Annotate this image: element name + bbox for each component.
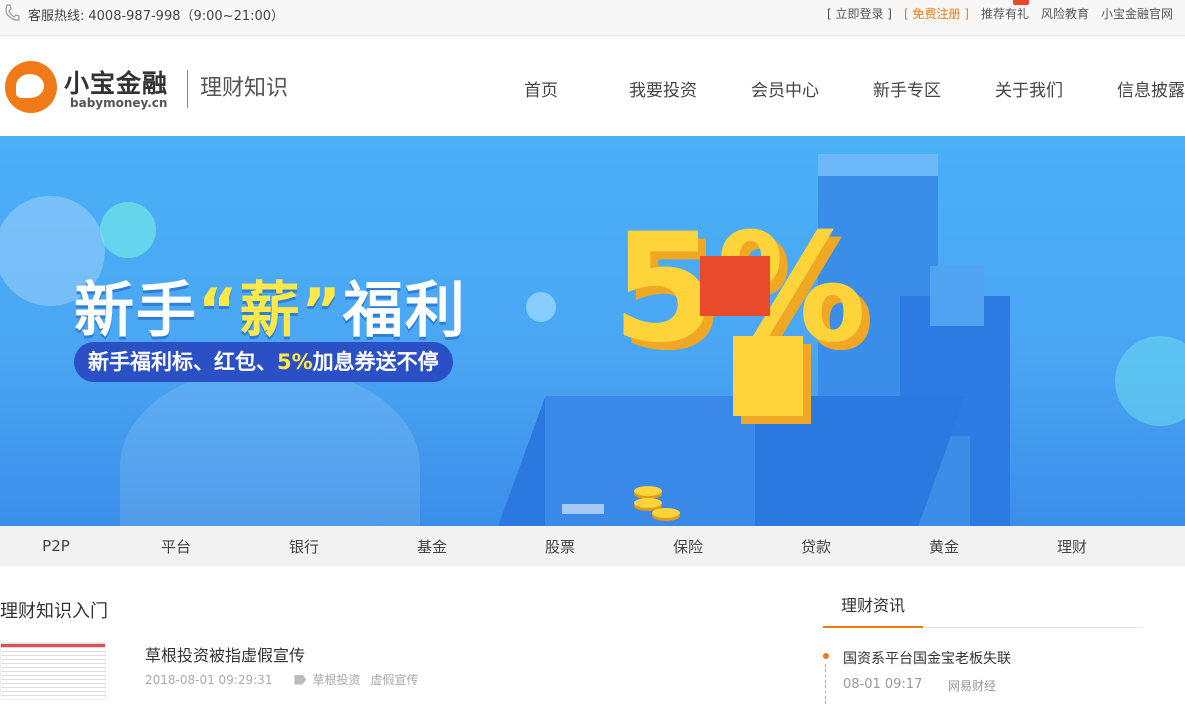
subtitle-post: 加息券送不停 <box>312 350 439 374</box>
banner-headline: 新手“薪”福利 <box>74 262 467 349</box>
logo-text[interactable]: 小宝金融 <box>64 64 168 100</box>
hot-badge <box>1012 0 1029 5</box>
category-platform[interactable]: 平台 <box>112 536 240 557</box>
category-gold[interactable]: 黄金 <box>880 536 1008 557</box>
top-bar: 客服热线: 4008-987-998（9:00~21:00） [ 立即登录 ] [… <box>0 0 1185 36</box>
header: 小宝金融 babymoney.cn 理财知识 首页 我要投资 会员中心 新手专区… <box>0 36 1185 136</box>
referral-link-label: 推荐有礼 <box>980 7 1029 21</box>
top-links: [ 立即登录 ] [ 免费注册 ] 推荐有礼 风险教育 小宝金融官网 <box>815 0 1173 22</box>
phone-icon <box>5 4 20 21</box>
headline-post: 福利 <box>342 276 467 346</box>
decor-building <box>930 266 984 326</box>
category-bank[interactable]: 银行 <box>240 536 368 557</box>
news-header: 理财资讯 <box>823 582 1143 628</box>
risk-education-link[interactable]: 风险教育 <box>1041 5 1089 22</box>
nav-newbie-zone[interactable]: 新手专区 <box>846 76 968 101</box>
category-fund[interactable]: 基金 <box>368 536 496 557</box>
news-item-title[interactable]: 国资系平台国金宝老板失联 <box>843 648 1011 668</box>
coin-icon <box>652 508 680 518</box>
article-meta: 2018-08-01 09:29:31 草根投资 虚假宣传 <box>145 671 428 688</box>
decor-mountain <box>120 366 420 526</box>
category-p2p[interactable]: P2P <box>0 537 112 555</box>
article-thumbnail[interactable] <box>0 642 106 700</box>
login-link[interactable]: [ 立即登录 ] <box>827 5 892 22</box>
decor-bubble <box>526 292 556 322</box>
decor-bubble <box>100 202 156 258</box>
category-loan[interactable]: 贷款 <box>752 536 880 557</box>
section-title: 理财知识 <box>200 76 289 101</box>
headline-quote: “薪” <box>198 276 343 346</box>
subtitle-pre: 新手福利标、红包、 <box>88 350 277 374</box>
headline-pre: 新手 <box>74 276 198 346</box>
news-item-source: 网易财经 <box>948 679 997 693</box>
news-title-underline <box>823 626 923 628</box>
tag-icon <box>294 674 307 685</box>
article-date: 2018-08-01 09:29:31 <box>145 672 273 687</box>
promo-banner[interactable]: 5% 新手“薪”福利 新手福利标、红包、5%加息券送不停 <box>0 136 1185 526</box>
category-stock[interactable]: 股票 <box>496 536 624 557</box>
thumbnail-header-line <box>1 644 105 647</box>
banner-subtitle: 新手福利标、红包、5%加息券送不停 <box>74 342 453 382</box>
timeline-line <box>825 664 826 704</box>
nav-about-us[interactable]: 关于我们 <box>968 76 1090 101</box>
nav-disclosure[interactable]: 信息披露 <box>1090 76 1185 101</box>
carousel-indicator[interactable] <box>562 504 604 514</box>
category-finance[interactable]: 理财 <box>1008 536 1136 557</box>
timeline-dot-icon <box>823 653 829 659</box>
news-item-date: 08-01 09:17 <box>843 677 923 692</box>
nav-invest[interactable]: 我要投资 <box>602 76 724 101</box>
logo-icon[interactable] <box>5 61 57 113</box>
coin-icon <box>634 498 662 508</box>
nav-home[interactable]: 首页 <box>480 76 602 101</box>
decor-bubble <box>1115 336 1185 426</box>
decor-cube <box>733 336 803 416</box>
category-insurance[interactable]: 保险 <box>624 536 752 557</box>
register-link[interactable]: [ 免费注册 ] <box>904 5 969 22</box>
article-title[interactable]: 草根投资被指虚假宣传 <box>145 642 305 666</box>
subtitle-pct: 5% <box>277 350 313 374</box>
intro-section-title: 理财知识入门 <box>0 601 108 622</box>
article-tag[interactable]: 草根投资 <box>312 671 360 688</box>
referral-link[interactable]: 推荐有礼 <box>980 0 1029 22</box>
main-nav: 首页 我要投资 会员中心 新手专区 关于我们 信息披露 <box>480 76 1185 101</box>
category-bar: P2P 平台 银行 基金 股票 保险 贷款 黄金 理财 <box>0 526 1185 566</box>
hotline-number: 4008-987-998（9:00~21:00） <box>88 9 285 24</box>
logo-domain: babymoney.cn <box>70 96 168 110</box>
hotline: 客服热线: 4008-987-998（9:00~21:00） <box>28 5 284 24</box>
coin-icon <box>634 486 662 496</box>
official-site-link[interactable]: 小宝金融官网 <box>1101 5 1173 22</box>
hotline-label: 客服热线: <box>28 9 85 24</box>
article-tag[interactable]: 虚假宣传 <box>370 671 418 688</box>
news-section-title[interactable]: 理财资讯 <box>841 592 905 616</box>
logo-divider <box>187 70 188 108</box>
nav-member-center[interactable]: 会员中心 <box>724 76 846 101</box>
decor-red-box <box>700 256 770 316</box>
